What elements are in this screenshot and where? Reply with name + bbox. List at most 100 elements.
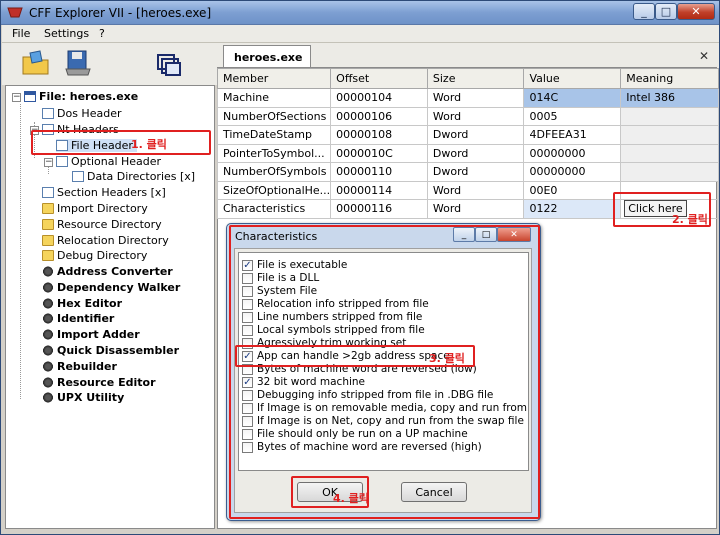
- tree-item-resource-directory[interactable]: Resource Directory: [42, 218, 162, 231]
- checkbox[interactable]: [242, 415, 253, 427]
- tree-root-expander[interactable]: −: [12, 93, 21, 102]
- tree-item-hex-editor[interactable]: Hex Editor: [42, 297, 122, 310]
- minimize-button[interactable]: _: [633, 3, 655, 20]
- table-row[interactable]: TimeDateStamp 00000108 Dword 4DFEEA31: [216, 125, 719, 145]
- cell-offset: 00000110: [330, 162, 428, 182]
- tab-close-icon[interactable]: ✕: [699, 49, 709, 63]
- file-icon: [24, 91, 36, 102]
- tree-item-dependency-walker[interactable]: Dependency Walker: [42, 281, 180, 294]
- maximize-button[interactable]: □: [655, 3, 677, 20]
- checkbox[interactable]: [242, 311, 253, 323]
- checkbox[interactable]: [242, 272, 253, 284]
- dialog-minimize-button[interactable]: _: [453, 227, 475, 242]
- col-offset[interactable]: Offset: [330, 68, 428, 89]
- save-disk-icon[interactable]: [62, 47, 94, 79]
- tree-item-data-directories[interactable]: Data Directories [x]: [72, 170, 195, 183]
- cell-member: NumberOfSections: [216, 106, 332, 126]
- checkbox[interactable]: [242, 389, 253, 401]
- checkbox[interactable]: [242, 428, 253, 440]
- tree-item-import-directory[interactable]: Import Directory: [42, 202, 148, 215]
- cell-value[interactable]: 0005: [523, 106, 622, 126]
- table-row[interactable]: NumberOfSymbols 00000110 Dword 00000000: [216, 162, 719, 182]
- windows-icon[interactable]: [154, 47, 186, 79]
- folder-icon: [42, 203, 54, 214]
- tree-item-quick-disassembler[interactable]: Quick Disassembler: [42, 344, 179, 357]
- tree-item-section-headers[interactable]: Section Headers [x]: [42, 186, 166, 199]
- checkbox[interactable]: [242, 298, 253, 310]
- tree-item-resource-editor[interactable]: Resource Editor: [42, 376, 156, 389]
- dialog-maximize-button[interactable]: □: [475, 227, 497, 242]
- tree-item-upx-utility[interactable]: UPX Utility: [42, 391, 124, 404]
- cell-member: NumberOfSymbols: [216, 162, 332, 182]
- table-row[interactable]: Machine 00000104 Word 014C Intel 386: [216, 88, 719, 108]
- tab-heroes-exe[interactable]: heroes.exe: [223, 45, 311, 67]
- tree-item-rebuilder[interactable]: Rebuilder: [42, 360, 117, 373]
- checkbox-item[interactable]: If Image is on removable media, copy and…: [242, 402, 528, 414]
- cell-meaning: [620, 143, 719, 163]
- gear-icon: [42, 377, 54, 388]
- checkbox-item[interactable]: Bytes of machine word are reversed (high…: [242, 441, 482, 453]
- cell-value[interactable]: 00000000: [523, 162, 622, 182]
- checkbox[interactable]: [242, 441, 253, 453]
- tree-item-relocation-directory[interactable]: Relocation Directory: [42, 234, 169, 247]
- col-value[interactable]: Value: [523, 68, 622, 89]
- table-row[interactable]: NumberOfSections 00000106 Word 0005: [216, 106, 719, 126]
- document-icon: [42, 187, 54, 198]
- menu-settings[interactable]: Settings: [44, 27, 89, 40]
- title-bar[interactable]: CFF Explorer VII - [heroes.exe] _ □ ✕: [1, 1, 719, 25]
- cell-member: Characteristics: [216, 199, 332, 219]
- cell-value[interactable]: 0122: [523, 199, 622, 219]
- tree-root[interactable]: File: heroes.exe: [24, 90, 138, 103]
- annotation-step-3: 3. 클릭: [429, 352, 465, 365]
- tree-item-identifier[interactable]: Identifier: [42, 312, 114, 325]
- annotation-step-2: 2. 클릭: [672, 213, 708, 226]
- checkbox-item[interactable]: File should only be run on a UP machine: [242, 428, 468, 440]
- checkbox[interactable]: ✓: [242, 376, 253, 388]
- tree-item-dos-header[interactable]: Dos Header: [42, 107, 121, 120]
- checkbox-item[interactable]: Local symbols stripped from file: [242, 324, 425, 336]
- checkbox[interactable]: [242, 324, 253, 336]
- cell-value[interactable]: 00000000: [523, 143, 622, 163]
- gear-icon: [42, 345, 54, 356]
- cell-meaning: [620, 125, 719, 145]
- close-button[interactable]: ✕: [677, 3, 715, 20]
- cancel-button[interactable]: Cancel: [401, 482, 467, 502]
- menu-file[interactable]: File: [12, 27, 30, 40]
- checkbox[interactable]: ✓: [242, 259, 253, 271]
- cell-offset: 00000108: [330, 125, 428, 145]
- optional-header-expander[interactable]: −: [44, 158, 53, 167]
- checkbox-item[interactable]: If Image is on Net, copy and run from th…: [242, 415, 524, 427]
- checkbox[interactable]: [242, 402, 253, 414]
- gear-icon: [42, 392, 54, 403]
- checkbox-item[interactable]: File is a DLL: [242, 272, 319, 284]
- tree-item-address-converter[interactable]: Address Converter: [42, 265, 173, 278]
- col-member[interactable]: Member: [216, 68, 332, 89]
- cell-value[interactable]: 00E0: [523, 180, 622, 200]
- tree-item-debug-directory[interactable]: Debug Directory: [42, 249, 147, 262]
- checkbox-item[interactable]: System File: [242, 285, 317, 297]
- dialog-caption-buttons: _ □ ✕: [453, 227, 533, 243]
- checkbox[interactable]: [242, 285, 253, 297]
- checkbox-item[interactable]: Relocation info stripped from file: [242, 298, 429, 310]
- col-size[interactable]: Size: [426, 68, 525, 89]
- cell-value[interactable]: 4DFEEA31: [523, 125, 622, 145]
- cell-meaning: Intel 386: [620, 88, 719, 108]
- folder-icon: [42, 250, 54, 261]
- open-folder-icon[interactable]: [20, 47, 52, 79]
- table-row[interactable]: PointerToSymbol... 0000010C Dword 000000…: [216, 143, 719, 163]
- gear-icon: [42, 313, 54, 324]
- tree-item-import-adder[interactable]: Import Adder: [42, 328, 140, 341]
- tree-item-optional-header[interactable]: Optional Header: [56, 155, 161, 168]
- dialog-close-button[interactable]: ✕: [497, 227, 531, 242]
- checkbox-item[interactable]: Line numbers stripped from file: [242, 311, 422, 323]
- col-meaning[interactable]: Meaning: [620, 68, 719, 89]
- cell-value[interactable]: 014C: [523, 88, 622, 108]
- gear-icon: [42, 282, 54, 293]
- menu-help[interactable]: ?: [99, 27, 105, 40]
- checkbox-item[interactable]: ✓ File is executable: [242, 259, 347, 271]
- checkbox-item[interactable]: ✓ 32 bit word machine: [242, 376, 365, 388]
- document-icon: [42, 108, 54, 119]
- checkbox-item[interactable]: Debugging info stripped from file in .DB…: [242, 389, 493, 401]
- cell-size: Dword: [426, 125, 525, 145]
- gear-icon: [42, 266, 54, 277]
